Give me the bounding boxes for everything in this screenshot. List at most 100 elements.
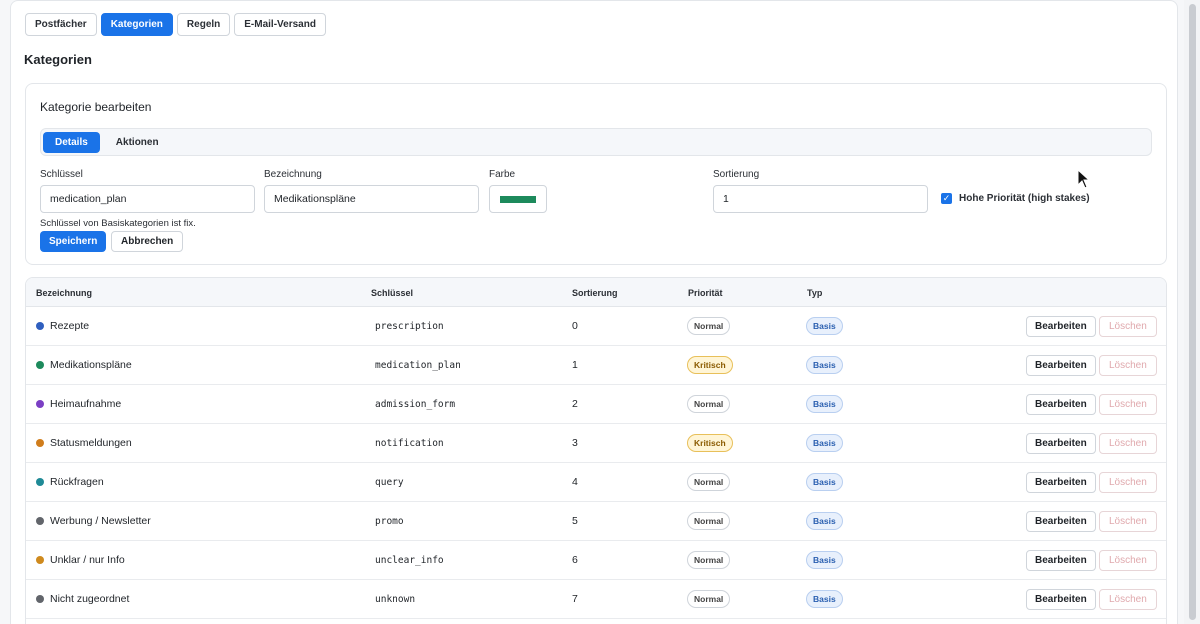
row-name: Heimaufnahme	[50, 398, 122, 410]
name-label: Bezeichnung	[264, 169, 322, 180]
mouse-cursor-icon	[1077, 169, 1091, 189]
edit-button[interactable]: Bearbeiten	[1026, 511, 1096, 532]
category-color-dot	[36, 439, 44, 447]
row-sort: 4	[572, 476, 578, 488]
type-badge: Basis	[806, 590, 843, 608]
type-badge: Basis	[806, 356, 843, 374]
table-row: Rezepte prescription 0 Normal Basis Bearbeite…	[26, 307, 1166, 346]
row-key: admission_form	[375, 399, 456, 410]
priority-badge: Normal	[687, 317, 731, 335]
delete-button[interactable]: Löschen	[1099, 550, 1157, 571]
type-badge: Basis	[806, 395, 843, 413]
edit-card-title: Kategorie bearbeiten	[40, 100, 152, 114]
priority-badge: Normal	[687, 590, 731, 608]
row-sort: 5	[572, 515, 578, 527]
header-priority: Priorität	[688, 288, 723, 298]
tab-details[interactable]: Details	[43, 131, 100, 153]
row-key: promo	[375, 516, 404, 527]
category-edit-card: Kategorie bearbeiten Details Aktionen Sc…	[25, 83, 1167, 265]
priority-badge: Normal	[687, 512, 731, 530]
row-sort: 3	[572, 437, 578, 449]
row-sort: 6	[572, 554, 578, 566]
key-hint: Schlüssel von Basiskategorien ist fix.	[40, 218, 196, 229]
row-name: Statusmeldungen	[50, 437, 132, 449]
table-row: Heimaufnahme admission_form 2 Normal Basis Be…	[26, 385, 1166, 424]
sort-input[interactable]: 1	[713, 185, 928, 213]
type-badge: Basis	[806, 317, 843, 335]
high-priority-checkbox[interactable]: ✓	[941, 193, 952, 204]
edit-button[interactable]: Bearbeiten	[1026, 433, 1096, 454]
priority-badge: Normal	[687, 473, 731, 491]
type-badge: Basis	[806, 512, 843, 530]
category-color-dot	[36, 322, 44, 330]
tab-email-versand[interactable]: E-Mail-Versand	[234, 13, 326, 36]
save-button[interactable]: Speichern	[40, 231, 107, 252]
delete-button[interactable]: Löschen	[1099, 472, 1157, 493]
delete-button[interactable]: Löschen	[1099, 589, 1157, 610]
header-key: Schlüssel	[371, 288, 414, 298]
page-scrollbar[interactable]	[1184, 0, 1200, 624]
priority-badge: Normal	[687, 395, 731, 413]
delete-button[interactable]: Löschen	[1099, 511, 1157, 532]
settings-panel: Postfächer Kategorien Regeln E-Mail-Vers…	[10, 0, 1178, 624]
header-name: Bezeichnung	[36, 288, 93, 298]
category-color-dot	[36, 517, 44, 525]
category-color-dot	[36, 400, 44, 408]
tab-regeln[interactable]: Regeln	[176, 13, 231, 36]
delete-button[interactable]: Löschen	[1099, 433, 1157, 454]
edit-button[interactable]: Bearbeiten	[1026, 394, 1096, 415]
edit-button[interactable]: Bearbeiten	[1026, 550, 1096, 571]
color-label: Farbe	[489, 169, 516, 180]
table-row: Nicht zugeordnet unknown 7 Normal Basis Bearb…	[26, 580, 1166, 619]
delete-button[interactable]: Löschen	[1099, 394, 1157, 415]
tab-postfaecher[interactable]: Postfächer	[25, 13, 97, 36]
scrollbar-thumb[interactable]	[1189, 4, 1196, 620]
tab-aktionen[interactable]: Aktionen	[104, 132, 171, 153]
category-color-dot	[36, 478, 44, 486]
type-badge: Basis	[806, 434, 843, 452]
tab-kategorien[interactable]: Kategorien	[100, 13, 173, 36]
row-key: notification	[375, 438, 444, 449]
delete-button[interactable]: Löschen	[1099, 355, 1157, 376]
table-row: Medikationspläne medication_plan 1 Kritisch…	[26, 346, 1166, 385]
row-sort: 0	[572, 320, 578, 332]
type-badge: Basis	[806, 473, 843, 491]
header-type: Typ	[807, 288, 823, 298]
row-sort: 2	[572, 398, 578, 410]
priority-badge: Normal	[687, 551, 731, 569]
table-row: Rückfragen query 4 Normal Basis Bearbeiten Lös…	[26, 463, 1166, 502]
edit-button[interactable]: Bearbeiten	[1026, 355, 1096, 376]
delete-button[interactable]: Löschen	[1099, 316, 1157, 337]
key-label: Schlüssel	[40, 169, 83, 180]
row-sort: 7	[572, 593, 578, 605]
edit-button[interactable]: Bearbeiten	[1026, 589, 1096, 610]
table-row: Werbung / Newsletter promo 5 Normal Basis Bea…	[26, 502, 1166, 541]
edit-button[interactable]: Bearbeiten	[1026, 472, 1096, 493]
cancel-button[interactable]: Abbrechen	[111, 231, 184, 252]
high-priority-label: Hohe Priorität (high stakes)	[959, 193, 1090, 204]
row-key: medication_plan	[375, 360, 461, 371]
color-picker[interactable]	[489, 185, 547, 213]
category-color-dot	[36, 361, 44, 369]
row-sort: 1	[572, 359, 578, 371]
priority-badge: Kritisch	[687, 356, 733, 374]
category-color-dot	[36, 595, 44, 603]
row-key: prescription	[375, 321, 444, 332]
row-key: query	[375, 477, 404, 488]
top-tab-bar: Postfächer Kategorien Regeln E-Mail-Vers…	[25, 13, 326, 36]
row-name: Rückfragen	[50, 476, 104, 488]
edit-button[interactable]: Bearbeiten	[1026, 316, 1096, 337]
name-input[interactable]: Medikationspläne	[264, 185, 479, 213]
row-name: Rezepte	[50, 320, 90, 332]
row-name: Unklar / nur Info	[50, 554, 125, 566]
color-swatch	[500, 196, 536, 203]
header-sort: Sortierung	[572, 288, 618, 298]
category-color-dot	[36, 556, 44, 564]
edit-sub-tabs: Details Aktionen	[40, 128, 1152, 156]
table-row: Statusmeldungen notification 3 Kritisch Basi…	[26, 424, 1166, 463]
row-name: Werbung / Newsletter	[50, 515, 151, 527]
key-input[interactable]: medication_plan	[40, 185, 255, 213]
priority-badge: Kritisch	[687, 434, 733, 452]
sort-label: Sortierung	[713, 169, 760, 180]
row-name: Nicht zugeordnet	[50, 593, 130, 605]
